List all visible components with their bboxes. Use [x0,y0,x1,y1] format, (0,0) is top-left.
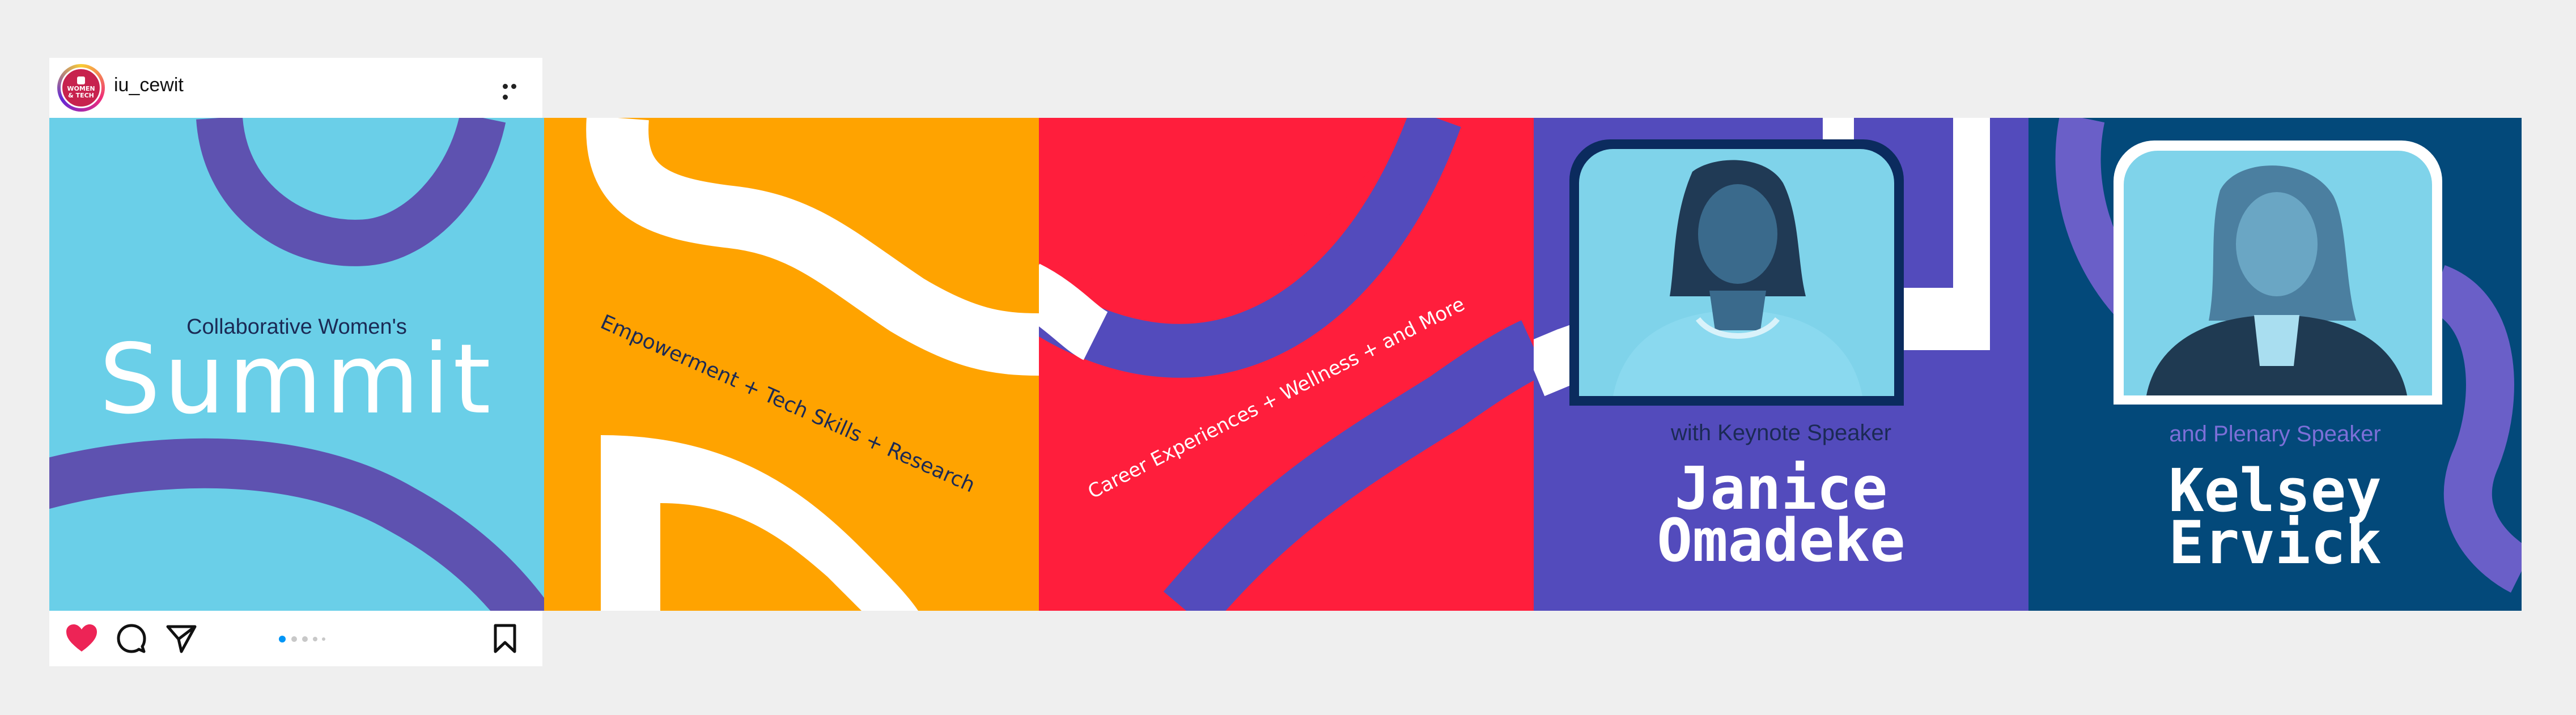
slide-3-shapes [1039,118,1534,611]
speaker-name: Janice Omadeke [1534,459,2028,575]
post-actions [49,611,542,666]
person-icon [1613,160,1862,396]
plenary-photo[interactable] [2124,151,2432,395]
more-options-icon[interactable] [503,80,528,100]
speaker-role: and Plenary Speaker [2169,422,2381,446]
title: Summit [99,324,494,436]
post-header: WOMEN & TECH iu_cewit [49,58,542,118]
speaker-last-name: Omadeke [1657,506,1906,575]
avatar[interactable]: WOMEN & TECH [61,67,101,108]
slide-plenary: and Plenary Speaker Kelsey Ervick [2028,118,2522,611]
canvas: WOMEN & TECH iu_cewit Collaborative Wome… [0,0,2576,715]
carousel-dot-active[interactable] [279,636,286,642]
avatar-logo-icon [77,76,85,84]
speaker-role: with Keynote Speaker [1670,420,1892,445]
heart-icon[interactable] [65,623,98,653]
slide-empowerment: Empowerment + Tech Skills + Research [544,118,1039,611]
carousel-dot[interactable] [313,637,317,641]
carousel-dots [279,636,347,642]
slide-career: Career Experiences + Wellness + and More [1039,118,1534,611]
bookmark-icon[interactable] [493,623,517,654]
speaker-last-name: Ervick [2168,508,2382,577]
comment-icon[interactable] [116,623,147,654]
carousel-dot[interactable] [291,636,297,642]
slide-2-shapes [586,118,1039,611]
keynote-photo[interactable] [1579,149,1894,396]
avatar-text-2: & TECH [68,92,94,99]
slide-summit: Collaborative Women's Summit [49,118,544,611]
username[interactable]: iu_cewit [114,74,184,96]
speaker-name: Kelsey Ervick [2028,461,2522,577]
slide-keynote: with Keynote Speaker Janice Omadeke [1534,118,2028,611]
share-icon[interactable] [165,623,197,654]
carousel-dot[interactable] [302,636,308,642]
person-icon [2146,165,2407,395]
carousel-dot[interactable] [322,637,325,641]
